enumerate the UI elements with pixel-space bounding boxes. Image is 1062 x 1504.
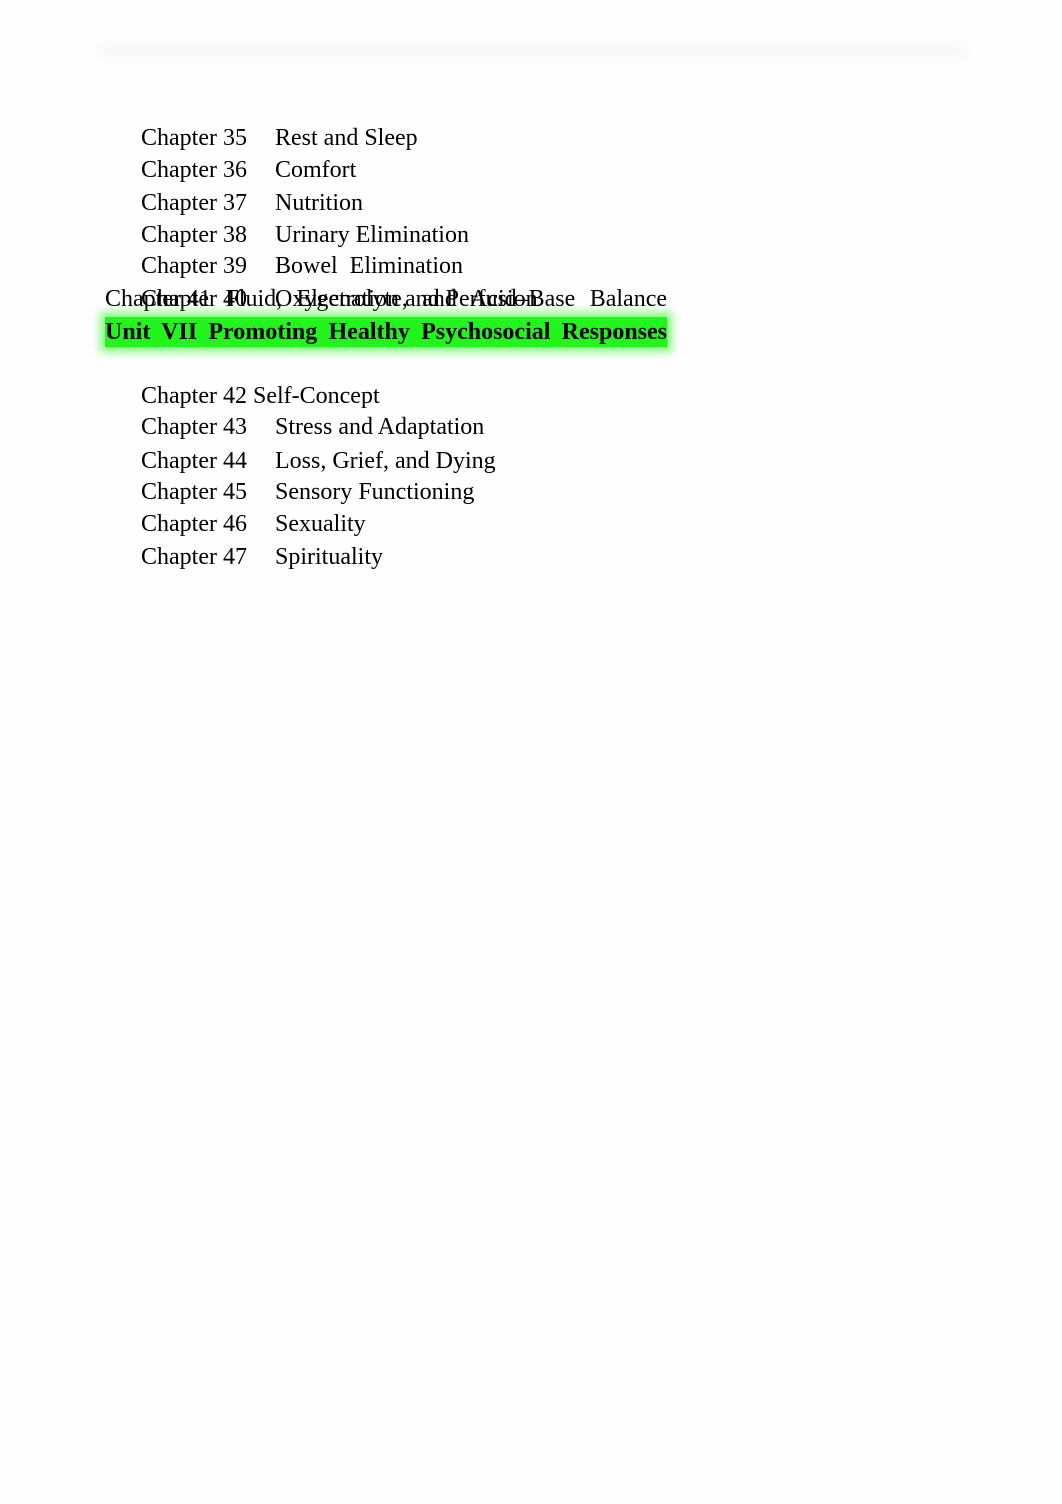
toc-entry: Chapter 43 Stress and Adaptation (105, 379, 484, 440)
toc-entry: Chapter 40 Oxygenation and Perfusion (105, 251, 538, 312)
toc-entry: Chapter 42 Self-Concept (105, 348, 380, 409)
chapter-number: Chapter 47 (141, 544, 247, 570)
toc-entry: Chapter 47 Spirituality (105, 509, 383, 570)
unit-heading: Unit VII Promoting Healthy Psychosocial … (105, 317, 667, 347)
chapter-title: Spirituality (275, 544, 383, 570)
chapter-number: Chapter 41 (105, 286, 211, 312)
header-placeholder (100, 42, 966, 58)
chapter-title: Fluid, Electrolyte, and Acid–Base Balanc… (225, 286, 668, 312)
toc-entry: Chapter 36 Comfort (105, 122, 356, 183)
toc-entry: Chapter 41 Fluid, Electrolyte, and Acid–… (105, 283, 667, 315)
toc-entry: Chapter 35 Rest and Sleep (105, 90, 418, 151)
toc-entry: Chapter 45 Sensory Functioning (105, 444, 474, 505)
toc-entry: Chapter 39 Bowel Elimination (105, 218, 463, 279)
document-page: Chapter 35 Rest and Sleep Chapter 36 Comfo… (0, 0, 1062, 1504)
toc-entry: Chapter 38 Urinary Elimination (105, 187, 469, 248)
toc-entry: Chapter 44 Loss, Grief, and Dying (105, 413, 496, 474)
toc-entry: Chapter 46 Sexuality (105, 476, 366, 537)
toc-entry: Chapter 37 Nutrition (105, 155, 363, 216)
